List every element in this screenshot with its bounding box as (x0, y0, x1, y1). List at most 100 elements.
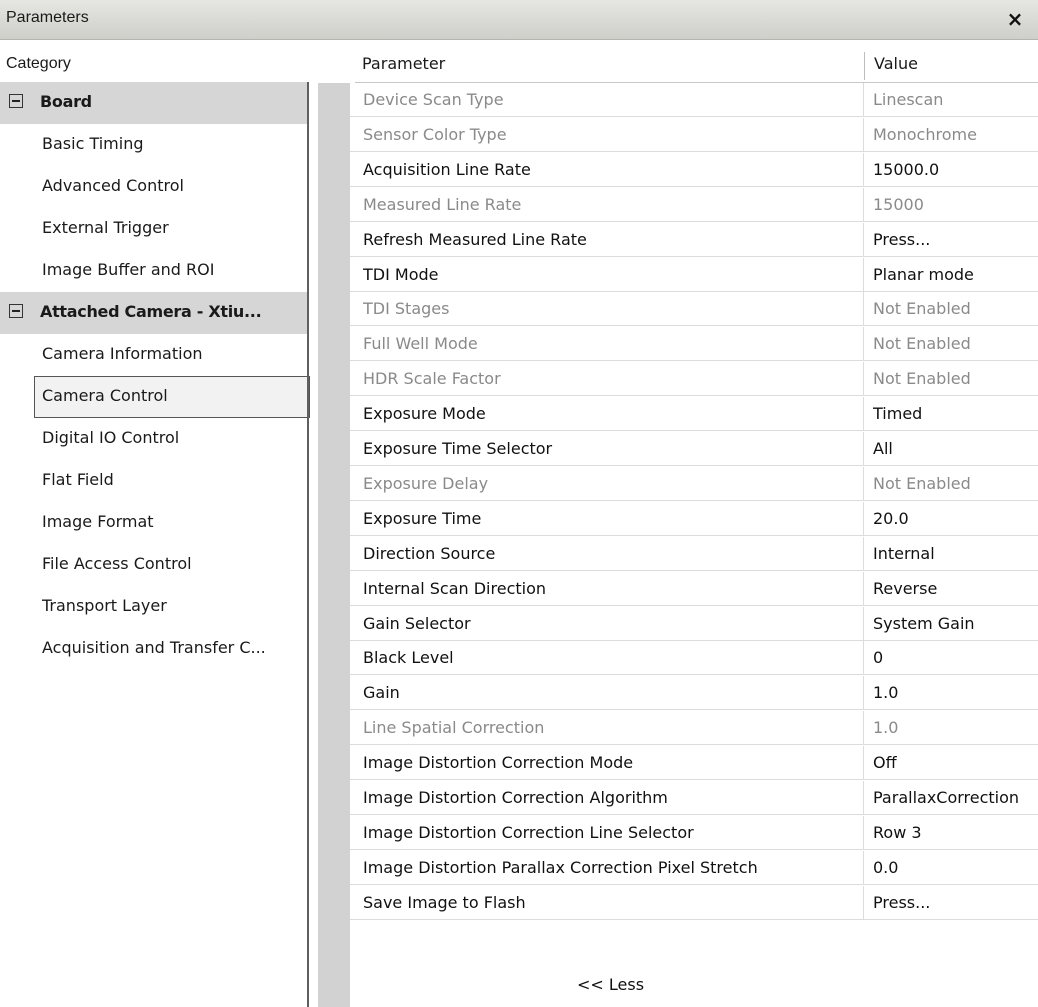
category-label: Camera Control (42, 386, 168, 405)
parameter-value[interactable]: Row 3 (873, 823, 1038, 842)
parameter-row[interactable]: Exposure Time 20.0 (350, 501, 1038, 536)
category-label: Image Format (42, 512, 154, 531)
category-label: Transport Layer (42, 596, 167, 615)
parameter-name: Direction Source (363, 543, 496, 563)
parameter-name: Image Distortion Correction Line Selecto… (363, 822, 694, 842)
column-divider (863, 397, 864, 431)
parameter-row[interactable]: Image Distortion Correction Line Selecto… (350, 815, 1038, 850)
category-column-header: Category (6, 55, 71, 72)
parameter-value[interactable]: 20.0 (873, 509, 1038, 528)
column-divider (863, 362, 864, 396)
column-header-row: Category Parameter Value (0, 48, 1038, 82)
category-item-camera-information[interactable]: Camera Information (0, 334, 308, 376)
parameter-name: Exposure Delay (363, 473, 489, 493)
parameter-value: 15000 (873, 194, 924, 214)
category-label: Advanced Control (42, 176, 184, 195)
category-item-digital-io-control[interactable]: Digital IO Control (0, 418, 308, 460)
column-divider (863, 257, 864, 291)
category-group-board[interactable]: Board (0, 82, 308, 124)
collapse-toggle-icon[interactable] (9, 304, 23, 318)
column-divider (863, 222, 864, 256)
parameter-value[interactable]: All (873, 439, 1038, 458)
parameter-value[interactable]: Reverse (873, 579, 1038, 598)
parameter-name: Exposure Time Selector (363, 439, 553, 458)
category-item-flat-field[interactable]: Flat Field (0, 460, 308, 502)
parameter-name: Image Distortion Parallax Correction Pix… (363, 857, 758, 877)
parameter-row[interactable]: Sensor Color Type Monochrome (350, 117, 1038, 152)
category-group-attached-camera-xtiu[interactable]: Attached Camera - Xtiu... (0, 292, 308, 334)
parameter-name: Exposure Mode (363, 404, 486, 424)
parameter-row[interactable]: Image Distortion Correction Mode Off (350, 746, 1038, 781)
parameter-row[interactable]: Exposure Mode Timed (350, 397, 1038, 432)
category-item-file-access-control[interactable]: File Access Control (0, 544, 308, 586)
column-divider (863, 536, 864, 570)
parameter-row[interactable]: Refresh Measured Line Rate Press... (350, 222, 1038, 257)
parameter-row[interactable]: HDR Scale Factor Not Enabled (350, 362, 1038, 397)
parameter-value: Not Enabled (873, 369, 971, 389)
parameter-row[interactable]: Full Well Mode Not Enabled (350, 327, 1038, 362)
parameter-name: Exposure Time (363, 508, 482, 528)
parameter-value[interactable]: ParallaxCorrection (873, 788, 1038, 807)
parameter-value[interactable]: Press... (873, 893, 1038, 912)
parameter-value[interactable]: Internal (873, 544, 1038, 563)
parameter-name: Refresh Measured Line Rate (363, 229, 587, 249)
parameter-column-header[interactable]: Parameter (362, 54, 445, 73)
column-divider (863, 850, 864, 884)
category-label: Attached Camera - Xtiu... (40, 302, 262, 321)
category-item-camera-control[interactable]: Camera Control (34, 376, 310, 418)
column-divider (863, 711, 864, 745)
category-tree: Board Basic Timing Advanced Control Externa… (0, 82, 310, 1007)
parameter-name: Gain (363, 683, 400, 703)
category-item-acquisition-and-transfer-c[interactable]: Acquisition and Transfer C... (0, 628, 308, 670)
close-icon[interactable]: × (1002, 4, 1028, 34)
less-button[interactable]: << Less (577, 975, 644, 994)
parameter-row[interactable]: Internal Scan Direction Reverse (350, 571, 1038, 606)
parameter-row[interactable]: Image Distortion Correction Algorithm Par… (350, 781, 1038, 815)
parameter-row[interactable]: Device Scan Type Linescan (350, 83, 1038, 117)
parameter-row[interactable]: Gain Selector System Gain (350, 606, 1038, 641)
parameter-value[interactable]: Timed (873, 404, 1038, 423)
collapse-toggle-icon[interactable] (9, 94, 23, 108)
column-divider (863, 676, 864, 710)
parameter-row[interactable]: Gain 1.0 (350, 676, 1038, 711)
parameter-name: HDR Scale Factor (363, 369, 501, 389)
parameter-row[interactable]: Exposure Delay Not Enabled (350, 466, 1038, 501)
parameter-row[interactable]: Acquisition Line Rate 15000.0 (350, 152, 1038, 187)
parameter-value: Monochrome (873, 124, 977, 144)
parameter-value[interactable]: 1.0 (873, 683, 1038, 702)
parameter-value[interactable]: 15000.0 (873, 160, 1038, 179)
parameter-row[interactable]: Save Image to Flash Press... (350, 885, 1038, 920)
category-label: Basic Timing (42, 134, 144, 153)
parameter-row[interactable]: TDI Stages Not Enabled (350, 292, 1038, 327)
category-pane-border (307, 82, 309, 1007)
parameter-value[interactable]: Press... (873, 230, 1038, 249)
category-item-transport-layer[interactable]: Transport Layer (0, 586, 308, 628)
parameter-value: Linescan (873, 90, 944, 109)
parameter-row[interactable]: Line Spatial Correction 1.0 (350, 711, 1038, 746)
parameter-value[interactable]: Planar mode (873, 265, 1038, 284)
parameter-row[interactable]: Direction Source Internal (350, 536, 1038, 571)
header-column-divider[interactable] (864, 52, 865, 80)
parameter-row[interactable]: Black Level 0 (350, 641, 1038, 676)
parameter-value[interactable]: 0 (873, 648, 1038, 667)
column-divider (863, 641, 864, 675)
category-item-image-buffer-and-roi[interactable]: Image Buffer and ROI (0, 250, 308, 292)
parameter-value: Not Enabled (873, 334, 971, 354)
parameter-value[interactable]: 0.0 (873, 858, 1038, 877)
value-column-header[interactable]: Value (874, 54, 918, 73)
parameter-row[interactable]: TDI Mode Planar mode (350, 257, 1038, 292)
parameter-name: Device Scan Type (363, 90, 504, 109)
parameter-name: TDI Mode (363, 264, 439, 284)
parameter-row[interactable]: Image Distortion Parallax Correction Pix… (350, 850, 1038, 885)
parameter-name: Image Distortion Correction Mode (363, 753, 634, 773)
category-item-basic-timing[interactable]: Basic Timing (0, 124, 308, 166)
parameter-name: Sensor Color Type (363, 124, 507, 144)
parameter-value[interactable]: Off (873, 753, 1038, 772)
window-title: Parameters (6, 9, 89, 26)
parameter-value[interactable]: System Gain (873, 614, 1038, 633)
category-item-external-trigger[interactable]: External Trigger (0, 208, 308, 250)
parameter-row[interactable]: Measured Line Rate 15000 (350, 187, 1038, 222)
category-item-image-format[interactable]: Image Format (0, 502, 308, 544)
category-item-advanced-control[interactable]: Advanced Control (0, 166, 308, 208)
parameter-row[interactable]: Exposure Time Selector All (350, 432, 1038, 466)
